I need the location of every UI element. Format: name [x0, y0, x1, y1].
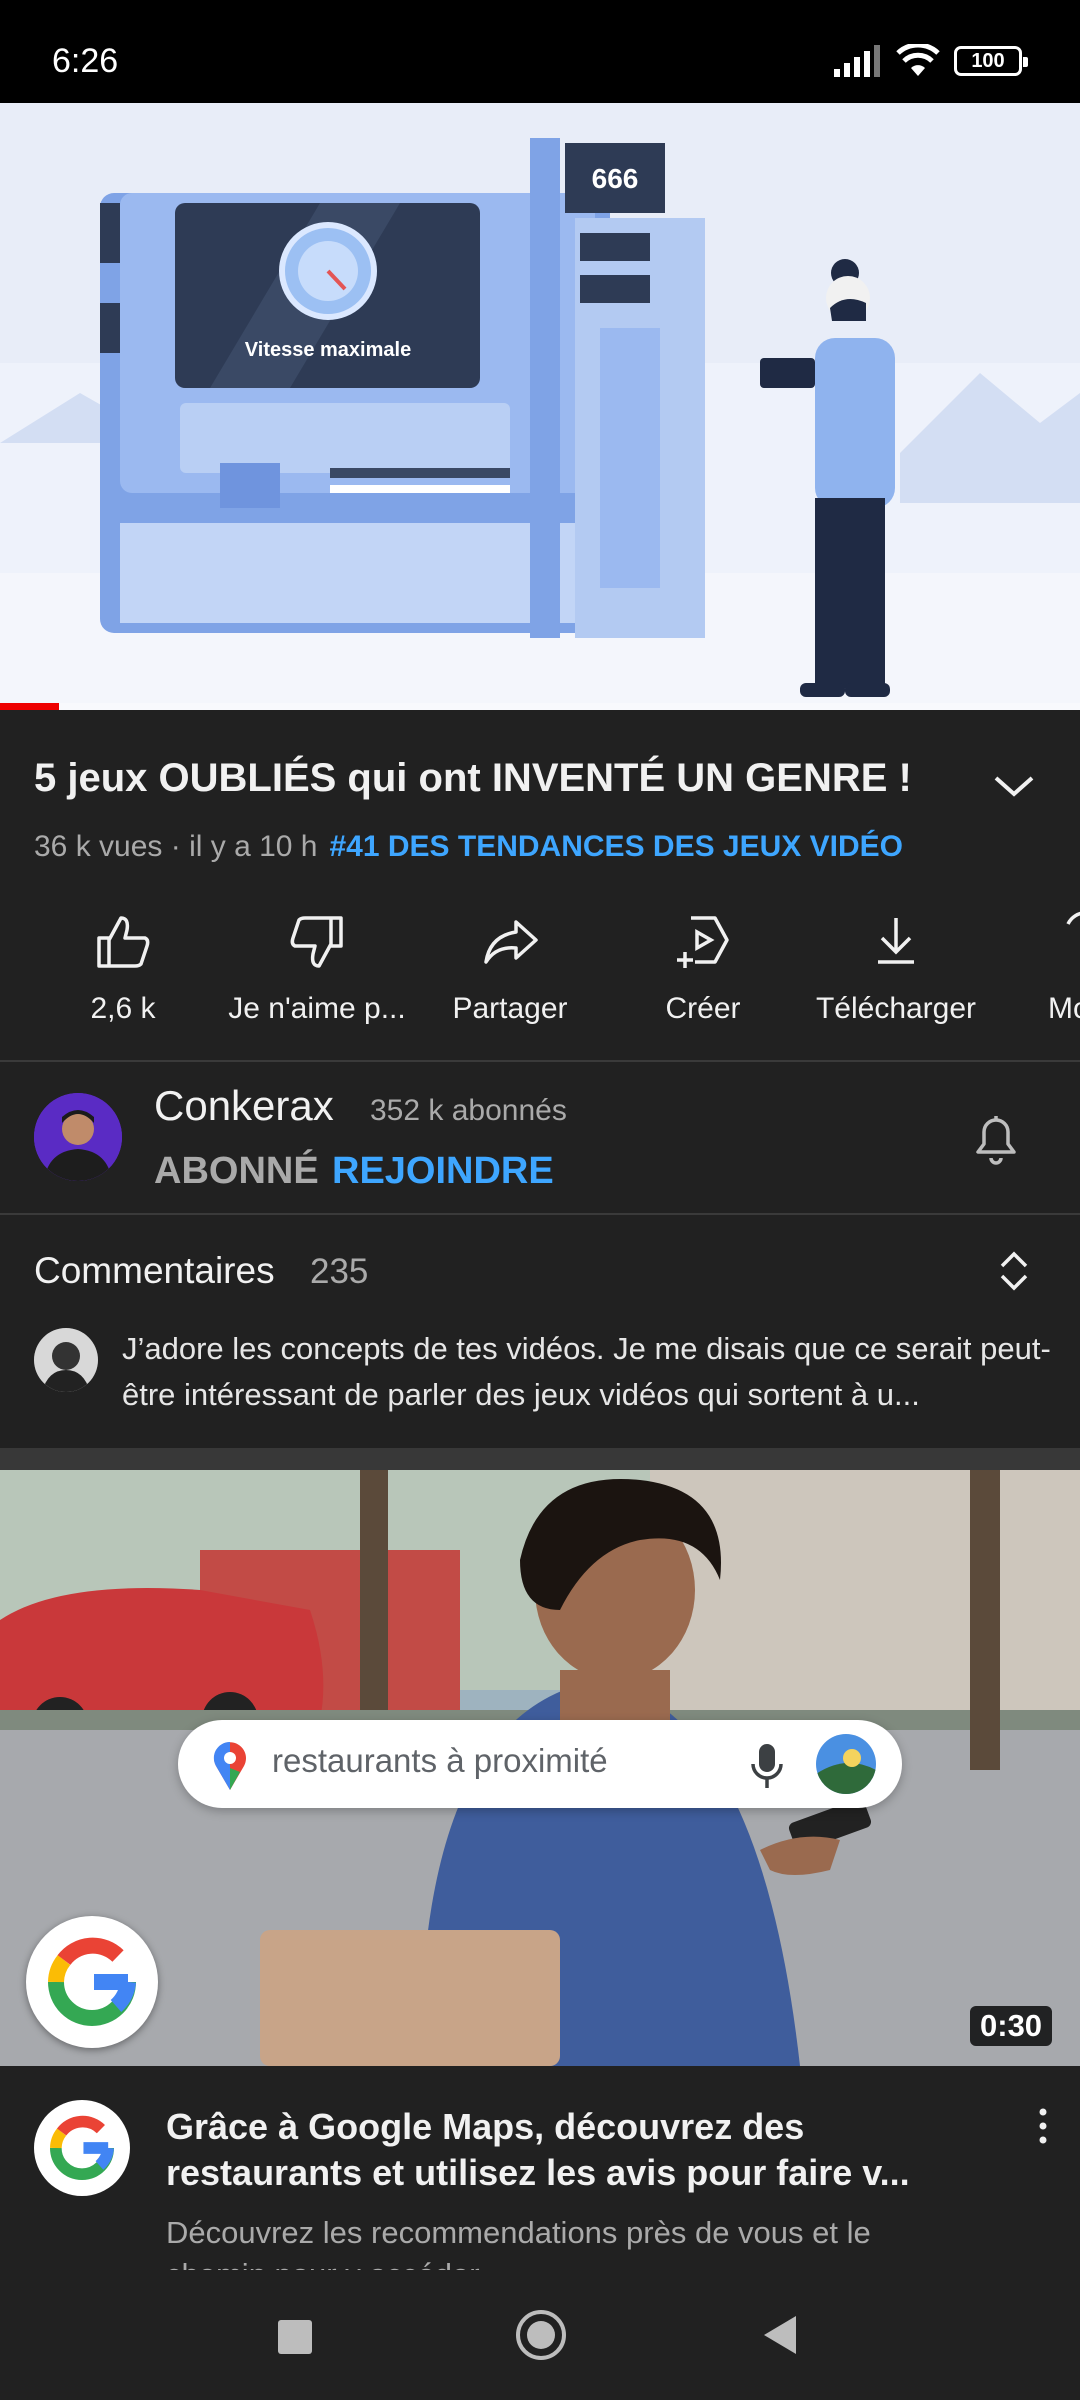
wifi-icon [896, 44, 940, 76]
google-g-icon [50, 2115, 114, 2180]
status-icons: 100 [834, 44, 1028, 78]
section-separator [0, 1448, 1080, 1470]
battery-level: 100 [971, 49, 1005, 72]
ad-duration: 0:30 [970, 2006, 1053, 2046]
views-and-age: 36 k vues · il y a 10 h [34, 830, 318, 863]
advertiser-logo[interactable] [34, 2100, 130, 2196]
share-icon [484, 920, 538, 964]
video-progress-bar[interactable] [0, 703, 1080, 710]
profile-avatar [816, 1734, 876, 1794]
comments-label[interactable]: Commentaires [34, 1250, 275, 1292]
subscribed-button[interactable]: ABONNÉ [154, 1150, 319, 1193]
ad-description: Découvrez les recommendations près de vo… [166, 2215, 871, 2270]
thumbs-up-icon [97, 916, 150, 968]
channel-name[interactable]: Conkerax [154, 1082, 334, 1130]
recents-button[interactable] [278, 2320, 312, 2354]
google-g-icon [48, 1937, 136, 2026]
back-button[interactable] [764, 2316, 796, 2354]
video-meta[interactable]: 36 k vues · il y a 10 h #41 DES TENDANCES… [34, 830, 903, 864]
share-label: Partager [452, 992, 568, 1025]
download-button[interactable]: Télécharger [801, 900, 991, 1040]
battery-icon: 100 [954, 46, 1028, 76]
create-icon [677, 916, 729, 968]
divider [0, 1213, 1080, 1215]
like-button[interactable]: 2,6 k [28, 900, 218, 1040]
status-bar: 6:26 100 [0, 0, 1080, 103]
channel-avatar[interactable] [34, 1093, 122, 1181]
video-title[interactable]: 5 jeux OUBLIÉS qui ont INVENTÉ UN GENRE … [34, 756, 934, 801]
like-count: 2,6 k [90, 992, 156, 1025]
trending-tag[interactable]: #41 DES TENDANCES DES JEUX VIDÉO [329, 830, 903, 863]
screen-label: Vitesse maximale [245, 339, 411, 361]
save-label: Mo [1048, 992, 1080, 1025]
expand-collapse-icon[interactable] [996, 1250, 1032, 1292]
status-time: 6:26 [52, 42, 119, 80]
mic-icon [751, 1744, 783, 1788]
signal-icon [834, 45, 880, 77]
join-button[interactable]: REJOINDRE [332, 1150, 554, 1193]
profile-avatar-image [816, 1734, 876, 1794]
chevron-down-icon[interactable] [990, 768, 1038, 804]
actions-row: 2,6 k Je n'aime p... Partager Créer Télé… [0, 900, 1080, 1040]
dislike-button[interactable]: Je n'aime p... [222, 900, 412, 1040]
save-button[interactable]: Mo [994, 900, 1080, 1040]
more-options-icon[interactable] [1030, 2106, 1056, 2146]
download-label: Télécharger [815, 992, 977, 1025]
dislike-label: Je n'aime p... [228, 992, 406, 1025]
ad-search-text: restaurants à proximité [272, 1742, 608, 1779]
commenter-avatar-image [34, 1328, 98, 1392]
share-button[interactable]: Partager [415, 900, 605, 1040]
ad-title[interactable]: Grâce à Google Maps, découvrez des resta… [166, 2104, 956, 2196]
video-thumbnail-illustration: Vitesse maximale 666 [0, 103, 1080, 710]
create-button[interactable]: Créer [608, 900, 798, 1040]
download-icon [878, 918, 914, 964]
video-progress-fill [0, 703, 60, 710]
thumbs-down-icon [290, 916, 343, 968]
subscriber-count: 352 k abonnés [370, 1094, 567, 1127]
top-comment[interactable]: J’adore les concepts de tes vidéos. Je m… [122, 1326, 1052, 1418]
google-logo-badge [26, 1916, 158, 2048]
comments-count: 235 [310, 1252, 369, 1291]
video-player[interactable]: Vitesse maximale 666 [0, 103, 1080, 710]
divider [0, 1060, 1080, 1062]
home-button[interactable] [516, 2310, 566, 2360]
map-pin-icon [213, 1741, 246, 1790]
channel-avatar-image [34, 1093, 122, 1181]
counter-label: 666 [592, 163, 639, 194]
commenter-avatar[interactable] [34, 1328, 98, 1392]
save-icon [1066, 911, 1080, 925]
bell-icon[interactable] [968, 1108, 1024, 1168]
create-label: Créer [665, 992, 741, 1025]
